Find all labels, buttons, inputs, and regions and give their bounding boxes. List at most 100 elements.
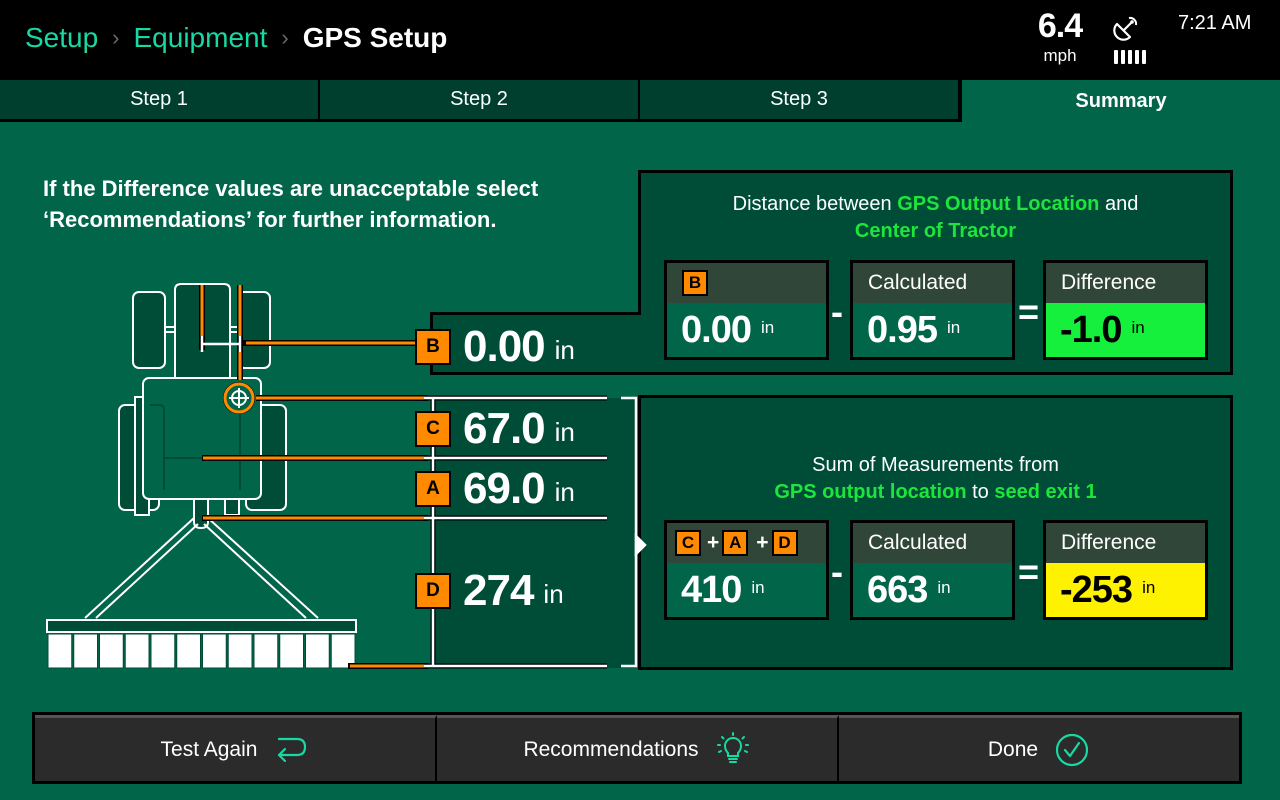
- measurement-c: C 67.0 in: [415, 404, 575, 454]
- breadcrumb-equipment[interactable]: Equipment: [134, 22, 268, 54]
- calculated-value-row: 663 in: [853, 563, 1012, 617]
- caption-highlight: GPS Output Location: [897, 193, 1100, 215]
- caption-highlight: GPS output location: [774, 481, 967, 503]
- signal-bar: [1121, 50, 1125, 64]
- tag-b: B: [682, 270, 708, 296]
- caption-highlight: Center of Tractor: [854, 220, 1017, 242]
- breadcrumb: Setup › Equipment › GPS Setup: [25, 22, 447, 54]
- test-again-button[interactable]: Test Again: [35, 715, 437, 781]
- calculated-value: 0.95: [867, 308, 938, 351]
- action-bar: Test Again Recommendations Done: [32, 712, 1242, 784]
- page-title: GPS Setup: [302, 22, 448, 53]
- drawbar: [84, 517, 319, 619]
- calculated-label: Calculated: [853, 263, 1012, 303]
- row-unit: [279, 633, 304, 669]
- unit: in: [937, 578, 951, 597]
- calculated-label: Calculated: [853, 523, 1012, 563]
- tab-step-2[interactable]: Step 2: [320, 80, 640, 122]
- difference-label: Difference: [1046, 263, 1205, 303]
- return-arrow-icon: [278, 737, 307, 762]
- tab-step-1[interactable]: Step 1: [0, 80, 320, 122]
- tag-c: C: [415, 411, 451, 447]
- equals-sign: =: [1018, 551, 1040, 592]
- check-circle-icon: [1055, 733, 1089, 766]
- measured-sum-value: 410: [681, 568, 742, 611]
- minus-sign: -: [831, 551, 843, 592]
- tab-step-3[interactable]: Step 3: [640, 80, 960, 122]
- measurement-d: D 274 in: [415, 566, 564, 616]
- measured-sum-header: C + A + D: [667, 523, 826, 563]
- measurement-d-value: 274: [463, 566, 534, 615]
- calculated-box: Calculated 0.95 in: [850, 260, 1015, 360]
- row-unit: [150, 633, 176, 669]
- signal-bar: [1135, 50, 1139, 64]
- step-tabs: Step 1 Step 2 Step 3 Summary: [0, 80, 1280, 122]
- caption-text: Distance between: [732, 193, 898, 215]
- tag-d: D: [771, 530, 798, 556]
- test-again-label: Test Again: [160, 737, 258, 761]
- row-unit: [73, 633, 98, 669]
- clock: 7:21 AM: [1178, 12, 1252, 34]
- measured-b-header: B: [667, 263, 826, 303]
- breadcrumb-separator: ›: [281, 25, 289, 50]
- planter-toolbar: [46, 619, 357, 633]
- minus-sign: -: [831, 291, 843, 332]
- row-unit: [124, 633, 150, 669]
- recommendations-label: Recommendations: [523, 737, 699, 761]
- calculated-value-row: 0.95 in: [853, 303, 1012, 357]
- panel-bottom-caption: Sum of Measurements from GPS output loca…: [641, 452, 1230, 506]
- equals-sign: =: [1018, 291, 1040, 332]
- row-unit: [227, 633, 253, 669]
- done-label: Done: [987, 737, 1039, 761]
- measurement-c-value: 67.0: [463, 404, 546, 453]
- done-button[interactable]: Done: [839, 715, 1239, 781]
- measurement-b-value: 0.00: [463, 322, 546, 371]
- measured-b-value: 0.00: [681, 308, 752, 351]
- tag-a: A: [415, 471, 451, 507]
- signal-bar: [1128, 50, 1132, 64]
- caption-text: Sum of Measurements from: [812, 454, 1059, 476]
- difference-box: Difference -1.0 in: [1043, 260, 1208, 360]
- measurement-a: A 69.0 in: [415, 464, 575, 514]
- satellite-dish-icon: [1113, 16, 1138, 41]
- panel-top-caption: Distance between GPS Output Location and…: [641, 191, 1230, 245]
- planter-row-units: [47, 633, 356, 669]
- unit: in: [554, 334, 575, 365]
- caption-text: to: [966, 481, 995, 503]
- tag-a: A: [722, 530, 749, 556]
- tab-summary[interactable]: Summary: [960, 80, 1280, 122]
- signal-bar: [1142, 50, 1146, 64]
- row-unit: [330, 633, 356, 669]
- plus-sign: +: [756, 531, 769, 554]
- recommendations-button[interactable]: Recommendations: [437, 715, 839, 781]
- difference-label: Difference: [1046, 523, 1205, 563]
- breadcrumb-separator: ›: [112, 25, 120, 50]
- front-left-wheel: [132, 291, 166, 369]
- signal-bar: [1114, 50, 1118, 64]
- measurement-a-value: 69.0: [463, 464, 546, 513]
- measured-sum-value-row: 410 in: [667, 563, 826, 617]
- calculated-box: Calculated 663 in: [850, 520, 1015, 620]
- unit: in: [760, 318, 775, 337]
- unit: in: [751, 578, 765, 597]
- unit: in: [543, 578, 564, 609]
- gps-signal-bars: [1114, 50, 1146, 64]
- hitch: [193, 500, 209, 530]
- unit: in: [554, 416, 575, 447]
- speed-unit: mph: [1043, 46, 1077, 65]
- gps-center-distance-panel: Distance between GPS Output Location and…: [638, 170, 1233, 375]
- row-unit: [47, 633, 73, 669]
- difference-box: Difference -253 in: [1043, 520, 1208, 620]
- caption-text: and: [1099, 193, 1139, 215]
- breadcrumb-setup[interactable]: Setup: [25, 22, 98, 54]
- tag-b: B: [415, 329, 451, 365]
- calculated-value: 663: [867, 568, 928, 611]
- difference-value: -253: [1060, 568, 1133, 611]
- unit: in: [554, 476, 575, 507]
- tag-c: C: [675, 530, 701, 556]
- seed-exit-sum-panel: Sum of Measurements from GPS output loca…: [638, 395, 1233, 670]
- row-unit: [176, 633, 201, 669]
- difference-value-row: -253 in: [1046, 563, 1205, 617]
- caption-highlight: seed exit 1: [994, 481, 1097, 503]
- difference-value: -1.0: [1060, 308, 1122, 351]
